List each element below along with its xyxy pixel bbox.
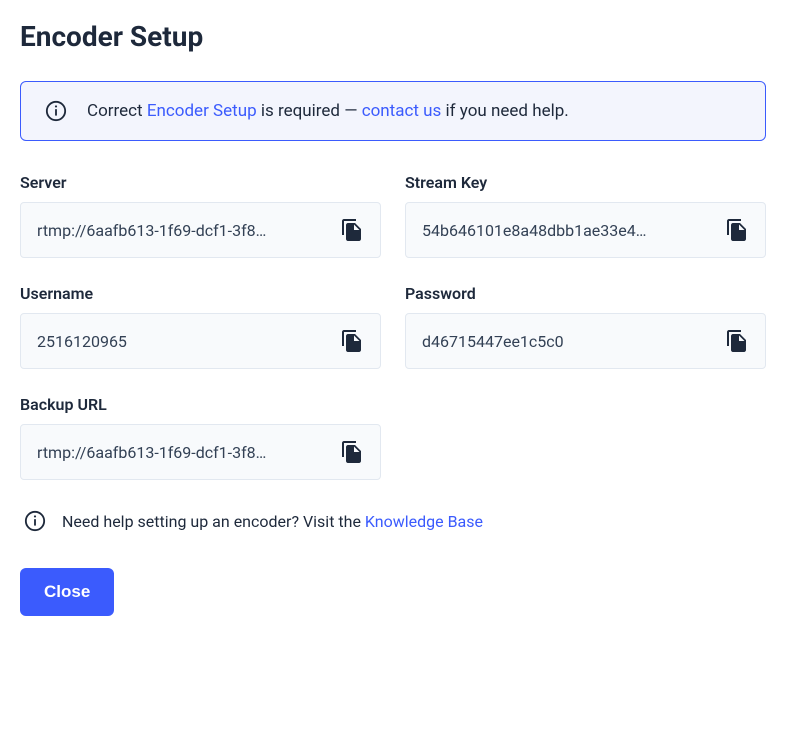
knowledge-base-link[interactable]: Knowledge Base	[365, 512, 483, 531]
backup-url-field: Backup URL rtmp://6aafb613-1f69-dcf1-3f8…	[20, 395, 381, 480]
username-field: Username 2516120965	[20, 284, 381, 369]
contact-us-link[interactable]: contact us	[362, 101, 442, 121]
server-label: Server	[20, 173, 381, 192]
password-value: d46715447ee1c5c0	[422, 332, 715, 351]
server-box: rtmp://6aafb613-1f69-dcf1-3f8…	[20, 202, 381, 258]
server-value: rtmp://6aafb613-1f69-dcf1-3f8…	[37, 221, 330, 240]
password-label: Password	[405, 284, 766, 303]
info-banner: Correct Encoder Setup is required — cont…	[20, 81, 766, 141]
info-banner-suffix: if you need help.	[441, 101, 568, 121]
username-copy-button[interactable]	[340, 329, 364, 353]
server-copy-button[interactable]	[340, 218, 364, 242]
copy-icon	[340, 440, 364, 464]
copy-icon	[340, 329, 364, 353]
username-box: 2516120965	[20, 313, 381, 369]
stream-key-field: Stream Key 54b646101e8a48dbb1ae33e4…	[405, 173, 766, 258]
server-field: Server rtmp://6aafb613-1f69-dcf1-3f8…	[20, 173, 381, 258]
fields-grid: Server rtmp://6aafb613-1f69-dcf1-3f8… St…	[20, 173, 766, 480]
encoder-setup-link[interactable]: Encoder Setup	[147, 101, 257, 121]
backup-url-box: rtmp://6aafb613-1f69-dcf1-3f8…	[20, 424, 381, 480]
backup-url-value: rtmp://6aafb613-1f69-dcf1-3f8…	[37, 443, 330, 462]
stream-key-copy-button[interactable]	[725, 218, 749, 242]
help-text: Need help setting up an encoder? Visit t…	[62, 512, 483, 531]
info-banner-prefix: Correct	[87, 101, 147, 121]
page-title: Encoder Setup	[20, 20, 766, 53]
close-button[interactable]: Close	[20, 568, 114, 616]
info-banner-mid: is required —	[257, 101, 362, 121]
help-row: Need help setting up an encoder? Visit t…	[20, 510, 766, 532]
stream-key-box: 54b646101e8a48dbb1ae33e4…	[405, 202, 766, 258]
backup-url-copy-button[interactable]	[340, 440, 364, 464]
stream-key-value: 54b646101e8a48dbb1ae33e4…	[422, 221, 715, 240]
copy-icon	[725, 329, 749, 353]
backup-url-label: Backup URL	[20, 395, 381, 414]
copy-icon	[725, 218, 749, 242]
stream-key-label: Stream Key	[405, 173, 766, 192]
username-value: 2516120965	[37, 332, 330, 351]
help-text-prefix: Need help setting up an encoder? Visit t…	[62, 512, 365, 531]
info-banner-text: Correct Encoder Setup is required — cont…	[87, 101, 569, 121]
info-icon	[24, 510, 46, 532]
password-box: d46715447ee1c5c0	[405, 313, 766, 369]
username-label: Username	[20, 284, 381, 303]
password-copy-button[interactable]	[725, 329, 749, 353]
info-icon	[45, 100, 67, 122]
password-field: Password d46715447ee1c5c0	[405, 284, 766, 369]
copy-icon	[340, 218, 364, 242]
